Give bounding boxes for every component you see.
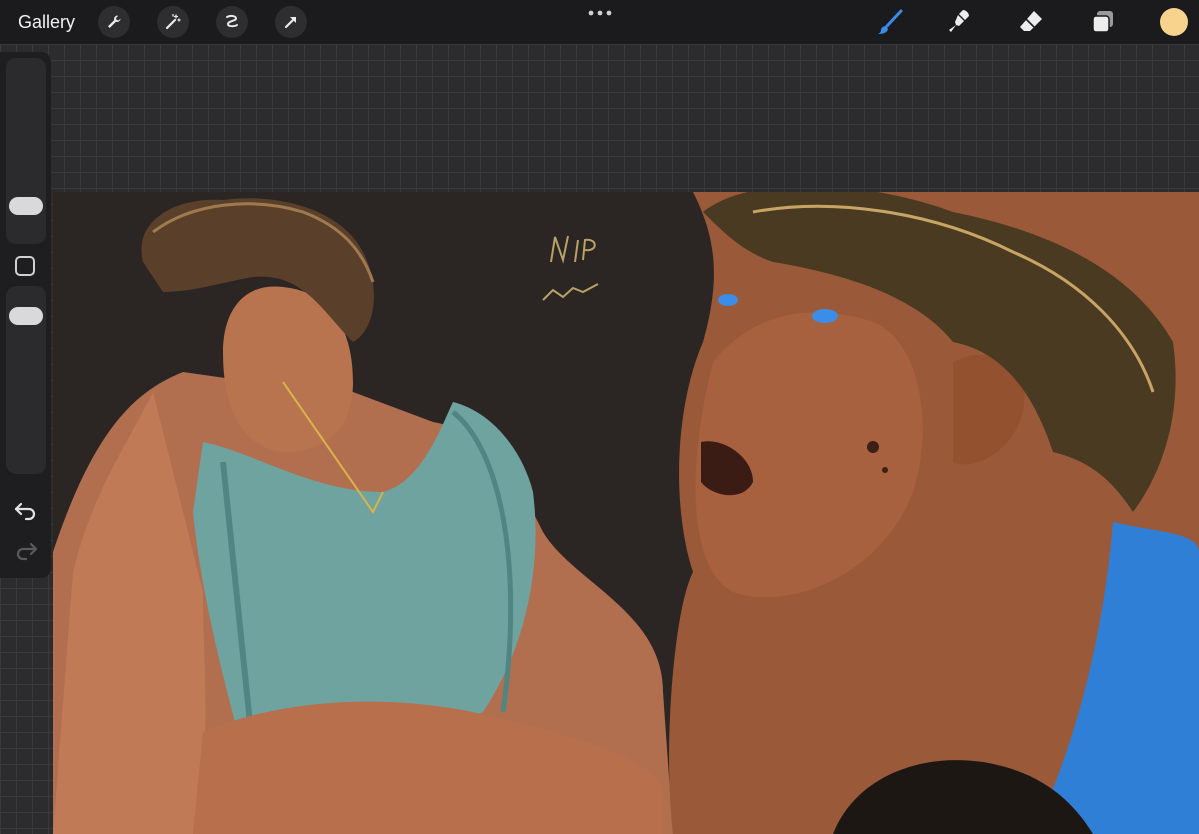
- more-dots-icon[interactable]: [586, 6, 614, 18]
- wrench-icon[interactable]: [98, 6, 130, 38]
- selection-icon[interactable]: [216, 6, 248, 38]
- transform-arrow-icon[interactable]: [275, 6, 307, 38]
- brush-size-slider[interactable]: [6, 58, 46, 244]
- brush-icon[interactable]: [874, 6, 906, 38]
- redo-icon[interactable]: [12, 538, 40, 562]
- drawing-canvas[interactable]: [53, 192, 1199, 834]
- layers-icon[interactable]: [1087, 6, 1119, 38]
- opacity-knob[interactable]: [9, 307, 43, 325]
- undo-icon[interactable]: [12, 498, 40, 522]
- gallery-button[interactable]: Gallery: [18, 12, 75, 33]
- left-sidebar: [0, 52, 51, 578]
- color-swatch[interactable]: [1160, 8, 1188, 36]
- smudge-icon[interactable]: [944, 6, 976, 38]
- eraser-icon[interactable]: [1015, 6, 1047, 38]
- square-outline-icon[interactable]: [15, 256, 35, 276]
- top-toolbar: Gallery: [0, 0, 1199, 44]
- magic-wand-icon[interactable]: [157, 6, 189, 38]
- brush-size-knob[interactable]: [9, 197, 43, 215]
- painting-icon: [53, 192, 1199, 834]
